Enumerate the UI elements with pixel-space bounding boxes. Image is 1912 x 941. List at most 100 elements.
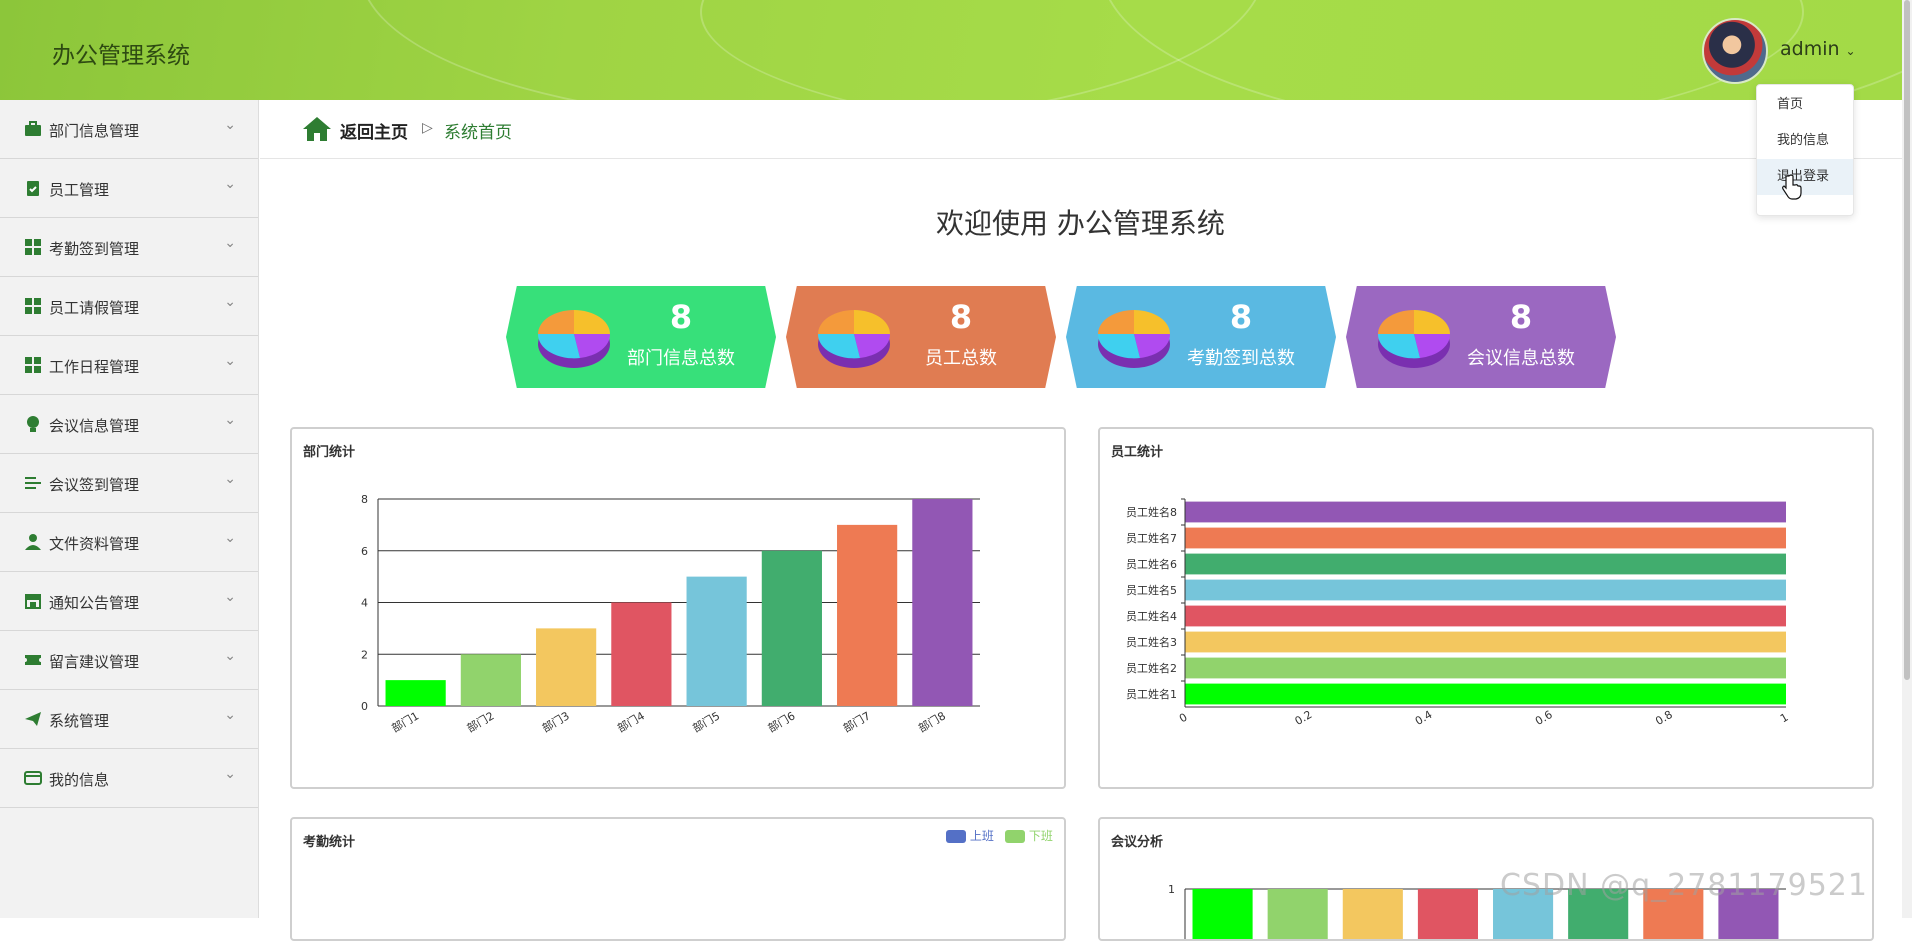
stat-label: 员工总数 <box>925 348 997 369</box>
chevron-down-icon: ⌄ <box>224 589 236 605</box>
watermark-text: CSDN @q_2781179521 <box>1500 868 1868 903</box>
y-tick-label: 员工姓名5 <box>1126 583 1177 597</box>
y-tick-label: 8 <box>361 493 368 506</box>
bar <box>1185 657 1786 679</box>
grid-icon <box>25 298 41 314</box>
avatar[interactable] <box>1702 18 1768 84</box>
sidebar-item-label: 工作日程管理 <box>49 358 140 376</box>
paper-plane-icon <box>25 712 41 726</box>
emp-bar-chart: 员工姓名1 员工姓名2 员工姓名3 员工姓名4 员工姓名5 员工姓名6 员工姓名7 员工姓名8… <box>1126 498 1791 728</box>
top-header: 办公管理系统 admin ⌄ <box>0 0 1912 100</box>
bar <box>460 654 521 706</box>
breadcrumb-current: 系统首页 <box>444 123 512 143</box>
y-tick-label: 员工姓名3 <box>1126 635 1177 649</box>
x-tick-label: 部门2 <box>464 708 496 735</box>
stat-label: 考勤签到总数 <box>1187 348 1295 369</box>
bar <box>1185 579 1786 601</box>
bar <box>536 628 597 706</box>
list-icon <box>25 477 41 489</box>
bar <box>761 550 822 706</box>
pie-chart-icon <box>537 310 611 368</box>
sidebar-item-attendance[interactable]: 考勤签到管理 ⌄ <box>0 218 258 277</box>
y-tick-label: 2 <box>361 648 368 661</box>
legend-item[interactable]: 上班 <box>946 827 994 844</box>
bar <box>912 499 973 706</box>
sidebar: 部门信息管理 ⌄ 员工管理 ⌄ 考勤签到管理 ⌄ 员工请假管理 ⌄ 工作日程管理… <box>0 100 259 918</box>
page-scrollbar[interactable] <box>1902 0 1912 918</box>
y-tick-label: 员工姓名4 <box>1126 609 1177 623</box>
sidebar-item-label: 部门信息管理 <box>49 122 140 140</box>
bar <box>611 602 672 706</box>
clipboard-check-icon <box>27 181 39 196</box>
dept-bar-chart: 0 2 4 6 8 部门1 部门2 部门3 部门4 部门5 部门6 部门7 部门8 <box>361 493 980 735</box>
dropdown-item-logout[interactable]: 退出登录 <box>1757 159 1853 195</box>
panel-title: 考勤统计 <box>303 835 356 850</box>
sidebar-item-notice[interactable]: 通知公告管理 ⌄ <box>0 572 258 631</box>
stat-card-meeting[interactable]: 8 会议信息总数 <box>1346 286 1616 388</box>
sidebar-item-dept[interactable]: 部门信息管理 ⌄ <box>0 100 258 159</box>
home-icon[interactable] <box>302 116 332 142</box>
grid-icon <box>25 357 41 373</box>
sidebar-item-employee[interactable]: 员工管理 ⌄ <box>0 159 258 218</box>
chevron-down-icon: ⌄ <box>224 766 236 782</box>
bar <box>1267 889 1328 939</box>
x-tick-label: 部门1 <box>389 708 421 735</box>
breadcrumb-home-link[interactable]: 返回主页 <box>340 118 408 143</box>
card-icon <box>24 771 42 785</box>
stat-card-employee[interactable]: 8 员工总数 <box>786 286 1056 388</box>
sidebar-item-leave[interactable]: 员工请假管理 ⌄ <box>0 277 258 336</box>
sidebar-item-meeting-signin[interactable]: 会议签到管理 ⌄ <box>0 454 258 513</box>
chevron-down-icon: ⌄ <box>224 176 236 192</box>
bar <box>1185 605 1786 627</box>
user-dropdown-menu: 首页 我的信息 退出登录 <box>1756 84 1854 216</box>
legend-label: 下班 <box>1028 829 1053 843</box>
dept-chart-panel: 部门统计 0 2 4 6 8 部门1 部门2 部门3 部门4 部门5 部门6 部门7 部门8 <box>290 427 1066 789</box>
breadcrumb: 返回主页 ▷ 系统首页 <box>260 100 1912 159</box>
y-tick-label: 1 <box>1168 883 1175 896</box>
welcome-title: 欢迎使用 办公管理系统 <box>936 207 1225 240</box>
sidebar-item-label: 员工管理 <box>49 181 110 199</box>
bar <box>1185 501 1786 523</box>
sidebar-item-files[interactable]: 文件资料管理 ⌄ <box>0 513 258 572</box>
hand-cursor-icon <box>1782 174 1802 200</box>
lightbulb-icon <box>27 416 39 432</box>
sidebar-item-label: 通知公告管理 <box>49 594 140 612</box>
scrollbar-thumb[interactable] <box>1904 0 1910 680</box>
sidebar-item-myinfo[interactable]: 我的信息 ⌄ <box>0 749 258 808</box>
grid-icon <box>25 239 41 255</box>
x-tick-label: 0.2 <box>1293 708 1315 728</box>
chevron-down-icon: ⌄ <box>224 648 236 664</box>
y-tick-label: 0 <box>361 700 368 713</box>
y-tick-label: 4 <box>361 597 368 610</box>
ticket-icon <box>25 655 41 665</box>
sidebar-item-feedback[interactable]: 留言建议管理 ⌄ <box>0 631 258 690</box>
stat-label: 部门信息总数 <box>627 348 735 369</box>
stat-card-attendance[interactable]: 8 考勤签到总数 <box>1066 286 1336 388</box>
bar <box>1192 889 1253 939</box>
breadcrumb-separator: ▷ <box>422 120 433 136</box>
bar <box>1185 631 1786 653</box>
pie-chart-icon <box>1097 310 1171 368</box>
bar <box>1342 889 1403 939</box>
chevron-down-icon: ⌄ <box>224 235 236 251</box>
bar <box>686 576 747 706</box>
stat-label: 会议信息总数 <box>1467 348 1575 369</box>
pie-chart-icon <box>817 310 891 368</box>
stat-card-dept[interactable]: 8 部门信息总数 <box>506 286 776 388</box>
dropdown-item-myinfo[interactable]: 我的信息 <box>1757 123 1853 159</box>
y-tick-label: 员工姓名2 <box>1126 661 1177 675</box>
bar <box>837 524 898 706</box>
sidebar-item-meeting[interactable]: 会议信息管理 ⌄ <box>0 395 258 454</box>
dropdown-item-home[interactable]: 首页 <box>1757 87 1853 123</box>
x-tick-label: 部门5 <box>690 708 722 735</box>
user-icon <box>25 534 41 550</box>
user-menu-toggle[interactable]: admin ⌄ <box>1780 38 1856 60</box>
legend-item[interactable]: 下班 <box>1005 827 1053 844</box>
sidebar-item-schedule[interactable]: 工作日程管理 ⌄ <box>0 336 258 395</box>
chevron-down-icon: ⌄ <box>224 707 236 723</box>
sidebar-item-system[interactable]: 系统管理 ⌄ <box>0 690 258 749</box>
x-tick-label: 0.6 <box>1533 708 1555 728</box>
x-tick-label: 0 <box>1177 711 1190 726</box>
stat-value: 8 <box>669 298 693 336</box>
y-tick-label: 员工姓名6 <box>1126 557 1177 571</box>
